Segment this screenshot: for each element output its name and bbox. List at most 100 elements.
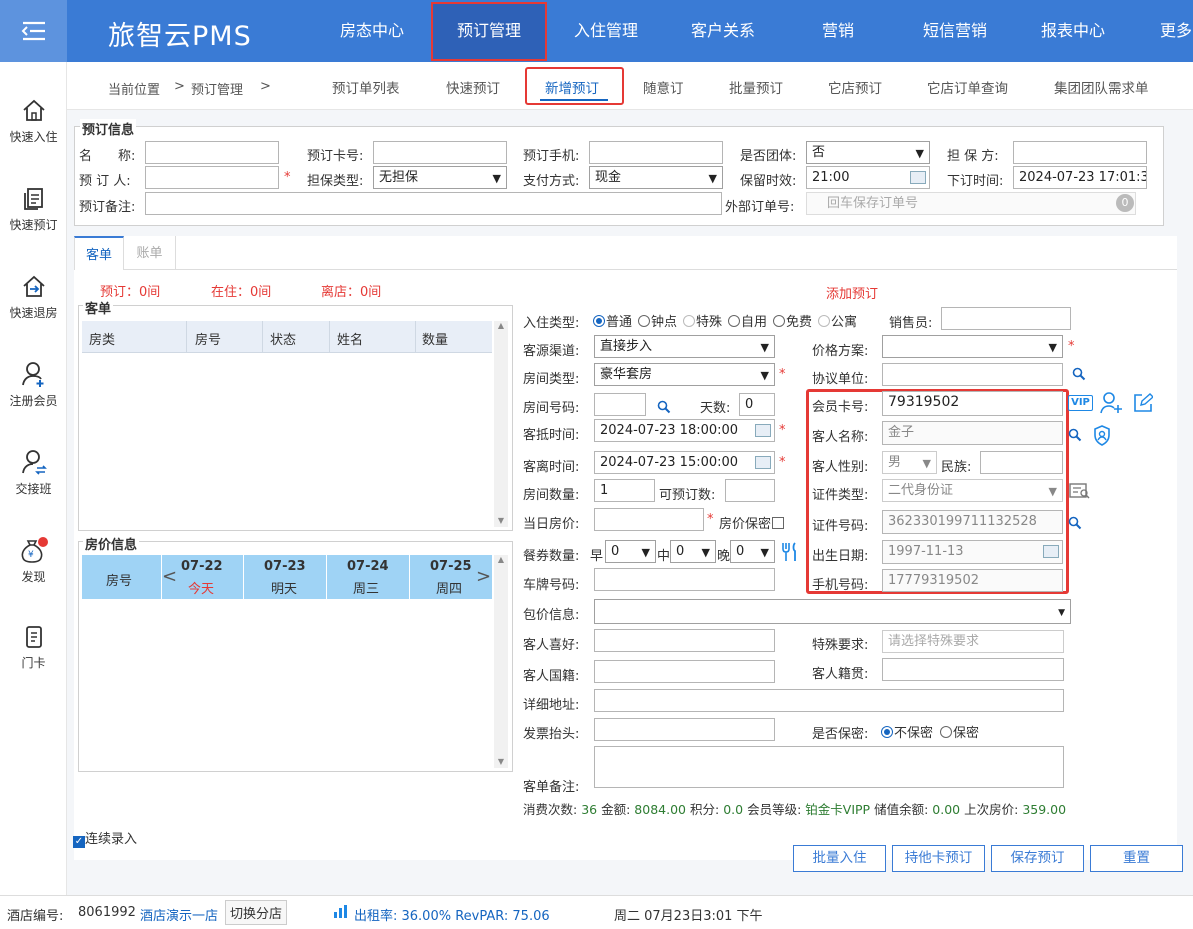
tab-guest-order[interactable]: 客单 — [74, 236, 124, 271]
subtab-other-store-booking[interactable]: 它店预订 — [828, 77, 882, 97]
departure-time-input[interactable]: 2024-07-23 15:00:00 — [594, 451, 775, 474]
nav-room-status[interactable]: 房态中心 — [330, 0, 414, 62]
member-card-input[interactable]: 79319502 — [882, 391, 1063, 416]
checkin-type-radio-hourly[interactable]: 钟点 — [638, 311, 677, 330]
lunch-select[interactable]: 0 ▼ — [670, 540, 716, 563]
native-place-input[interactable] — [882, 658, 1064, 681]
subtab-other-store-query[interactable]: 它店订单查询 — [927, 77, 1008, 97]
calendar-icon[interactable] — [755, 456, 771, 469]
nationality-input[interactable] — [594, 660, 775, 683]
salesperson-input[interactable] — [941, 307, 1071, 330]
edit-icon[interactable] — [1133, 393, 1155, 417]
add-booking-link[interactable]: 添加预订 — [826, 283, 878, 302]
checkin-type-radio-special[interactable]: 特殊 — [683, 311, 722, 330]
room-count-input[interactable]: 1 — [594, 479, 655, 502]
sidebar-item-shift-handover[interactable]: 交接班 — [0, 448, 67, 497]
card-no-input[interactable] — [373, 141, 507, 164]
subtab-batch-booking[interactable]: 批量预订 — [729, 77, 783, 97]
calendar-icon[interactable] — [1043, 545, 1059, 558]
checkin-type-radio-self-use[interactable]: 自用 — [728, 311, 767, 330]
sidebar-item-quick-checkin[interactable]: 快速入住 — [0, 98, 67, 145]
sidebar-item-quick-checkout[interactable]: 快速退房 — [0, 274, 67, 321]
hotel-name-link[interactable]: 酒店演示一店 — [140, 905, 218, 924]
user-add-icon[interactable] — [1100, 392, 1124, 418]
calendar-icon[interactable] — [755, 424, 771, 437]
secret-radio-yes[interactable]: 保密 — [940, 722, 979, 741]
booking-phone-input[interactable] — [589, 141, 723, 164]
agreement-unit-input[interactable] — [882, 363, 1063, 386]
menu-toggle-button[interactable] — [0, 0, 67, 62]
checkin-type-radio-apartment[interactable]: 公寓 — [818, 311, 857, 330]
nav-sms-marketing[interactable]: 短信营销 — [912, 0, 998, 62]
calendar-icon[interactable] — [910, 171, 926, 184]
name-input[interactable] — [145, 141, 279, 164]
order-time-input[interactable]: 2024-07-23 17:01:3 — [1013, 166, 1147, 189]
checkin-type-radio-free[interactable]: 免费 — [773, 311, 812, 330]
booker-input[interactable] — [145, 166, 279, 189]
available-count-input[interactable] — [725, 479, 775, 502]
nav-customer-relations[interactable]: 客户关系 — [680, 0, 766, 62]
price-secret-checkbox[interactable]: 房价保密 — [719, 513, 785, 532]
search-icon[interactable] — [1072, 367, 1086, 385]
package-info-select[interactable]: ▼ — [594, 599, 1071, 624]
booking-remark-input[interactable] — [145, 192, 722, 215]
batch-checkin-button[interactable]: 批量入住 — [793, 845, 886, 872]
breakfast-select[interactable]: 0 ▼ — [605, 540, 656, 563]
search-icon[interactable] — [657, 400, 671, 418]
birth-date-input[interactable]: 1997-11-13 — [882, 540, 1063, 564]
tab-bill[interactable]: 账单 — [124, 236, 176, 270]
sidebar-item-register-member[interactable]: 注册会员 — [0, 360, 67, 409]
price-next-arrow[interactable]: > — [476, 566, 491, 587]
special-request-input[interactable]: 请选择特殊要求 — [882, 630, 1064, 653]
nav-more[interactable]: 更多 — [1150, 0, 1193, 62]
price-prev-arrow[interactable]: < — [162, 566, 177, 587]
switch-store-button[interactable]: 切换分店 — [225, 900, 288, 925]
nav-reports[interactable]: 报表中心 — [1030, 0, 1116, 62]
pay-method-select[interactable]: 现金 ▼ — [589, 166, 723, 189]
id-number-input[interactable]: 362330199711132528 — [882, 510, 1063, 534]
room-type-select[interactable]: 豪华套房 ▼ — [594, 363, 775, 386]
guest-preference-input[interactable] — [594, 629, 775, 652]
ethnic-input[interactable] — [980, 451, 1063, 474]
mobile-input[interactable]: 17779319502 — [882, 569, 1063, 592]
guest-list-scrollbar[interactable]: ▲ ▼ — [494, 321, 508, 527]
plate-number-input[interactable] — [594, 568, 775, 591]
guest-name-input[interactable]: 金子 — [882, 421, 1063, 445]
breadcrumb-page[interactable]: 预订管理 — [191, 79, 243, 98]
price-plan-select[interactable]: ▼ — [882, 335, 1063, 358]
continuous-entry-checkbox[interactable]: ✓ 连续录入 — [73, 828, 137, 848]
secret-radio-no[interactable]: 不保密 — [881, 722, 933, 741]
id-type-select[interactable]: 二代身份证 ▼ — [882, 479, 1063, 502]
shield-user-icon[interactable] — [1093, 425, 1111, 450]
search-icon[interactable] — [1068, 516, 1082, 534]
day-price-input[interactable] — [594, 508, 704, 531]
subtab-free-booking[interactable]: 随意订 — [643, 77, 684, 97]
source-channel-select[interactable]: 直接步入 ▼ — [594, 335, 775, 358]
nav-booking-management[interactable]: 预订管理 — [446, 0, 532, 62]
subtab-booking-list[interactable]: 预订单列表 — [332, 77, 400, 97]
nav-checkin-management[interactable]: 入住管理 — [563, 0, 649, 62]
guarantee-type-select[interactable]: 无担保 ▼ — [373, 166, 507, 189]
sidebar-item-discover[interactable]: ¥ 发现 — [0, 536, 67, 585]
cutlery-icon[interactable] — [780, 541, 800, 567]
address-input[interactable] — [594, 689, 1064, 712]
arrival-time-input[interactable]: 2024-07-23 18:00:00 — [594, 419, 775, 442]
dinner-select[interactable]: 0 ▼ — [730, 540, 775, 563]
other-card-booking-button[interactable]: 持他卡预订 — [892, 845, 985, 872]
reset-button[interactable]: 重置 — [1090, 845, 1183, 872]
search-icon[interactable] — [1068, 428, 1082, 446]
checkin-type-radio-normal[interactable]: 普通 — [593, 311, 632, 330]
hold-time-input[interactable]: 21:00 — [806, 166, 930, 189]
guest-gender-select[interactable]: 男 ▼ — [882, 451, 937, 474]
nav-marketing[interactable]: 营销 — [810, 0, 866, 62]
external-order-input[interactable]: 回车保存订单号 — [806, 192, 1136, 215]
group-select[interactable]: 否 ▼ — [806, 141, 930, 164]
id-card-reader-icon[interactable] — [1069, 483, 1091, 503]
days-input[interactable]: 0 — [739, 393, 775, 416]
invoice-title-input[interactable] — [594, 718, 775, 741]
guarantor-input[interactable] — [1013, 141, 1147, 164]
room-number-input[interactable] — [594, 393, 646, 416]
checkbox-checked[interactable]: ✓ — [73, 836, 85, 848]
save-booking-button[interactable]: 保存预订 — [991, 845, 1084, 872]
subtab-quick-booking[interactable]: 快速预订 — [446, 77, 500, 97]
